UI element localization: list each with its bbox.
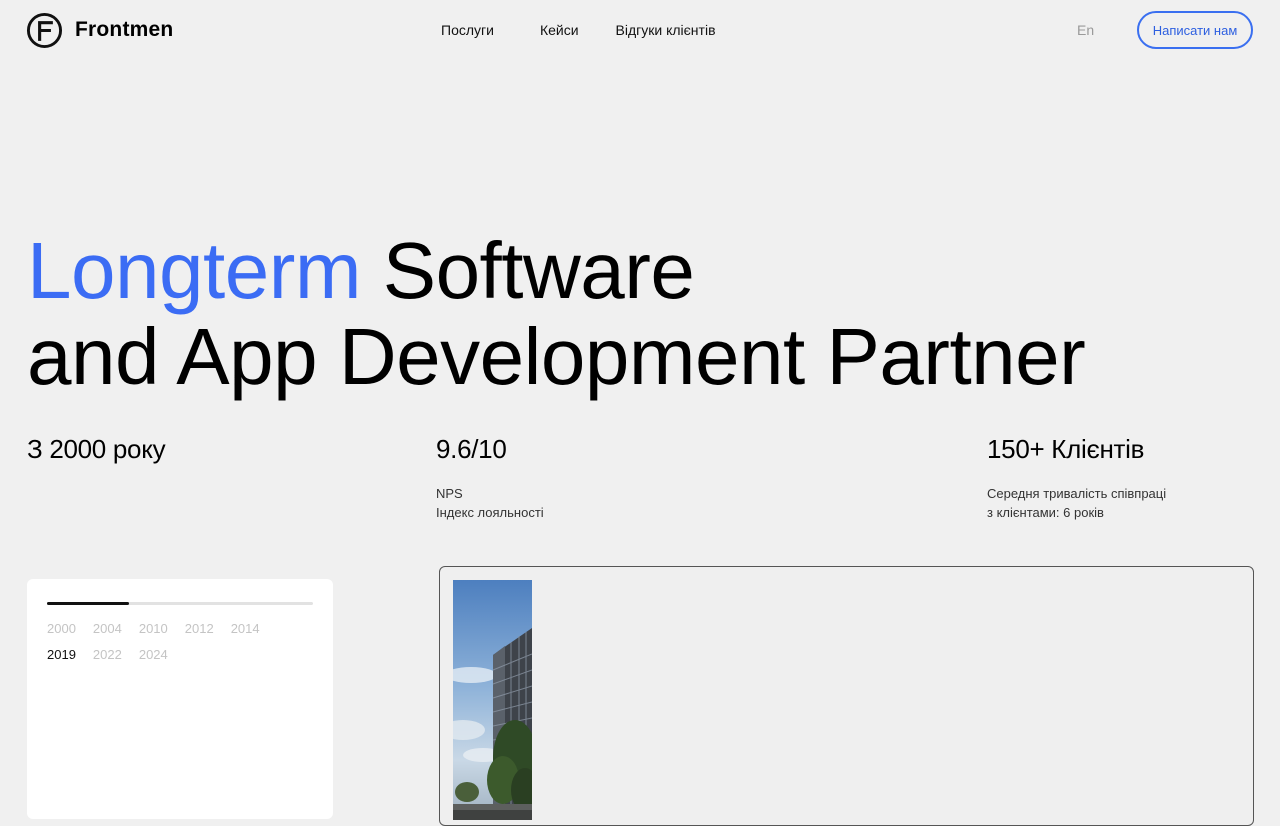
year-2024[interactable]: 2024	[139, 645, 168, 664]
year-2010[interactable]: 2010	[139, 619, 168, 638]
year-2022[interactable]: 2022	[93, 645, 122, 664]
stat-nps-value: 9.6/10	[436, 434, 507, 464]
hero-title-accent: Longterm	[27, 226, 361, 315]
stat-clients: 150+ Клієнтів Середня тривалість співпра…	[987, 432, 1166, 522]
stat-nps-description: Індекс лояльності	[436, 505, 544, 520]
hero-title-line1: Software	[382, 226, 695, 315]
stat-since-value: З 2000 року	[27, 434, 166, 464]
stat-clients-value: 150+ Клієнтів	[987, 434, 1145, 464]
hero-title-line2: and App Development Partner	[27, 312, 1086, 401]
timeline-progress-track	[47, 602, 313, 605]
year-2019[interactable]: 2019	[47, 645, 76, 664]
stat-since: З 2000 року	[27, 432, 166, 466]
year-2000[interactable]: 2000	[47, 619, 76, 638]
stat-clients-description: з клієнтами: 6 років	[987, 505, 1104, 520]
case-image-frame	[439, 566, 1254, 826]
site-header: Frontmen Послуги Кейси Відгуки клієнтів …	[0, 0, 1280, 60]
timeline-progress-fill	[47, 602, 130, 605]
year-2012[interactable]: 2012	[185, 619, 214, 638]
timeline-card: 2000 2004 2010 2012 2014 2019 2022 2024	[27, 579, 333, 819]
stat-nps-label: NPS	[436, 486, 463, 501]
stat-clients-label: Середня тривалість співпраці	[987, 486, 1167, 501]
year-2004[interactable]: 2004	[93, 619, 122, 638]
building-photo	[453, 580, 532, 820]
nav-testimonials[interactable]: Відгуки клієнтів	[616, 22, 716, 38]
nav-cases[interactable]: Кейси	[540, 22, 579, 38]
stat-clients-sub: Середня тривалість співпраці з клієнтами…	[987, 484, 1166, 522]
year-2014[interactable]: 2014	[231, 619, 260, 638]
stat-nps-sub: NPS Індекс лояльності	[436, 484, 544, 522]
nav-services[interactable]: Послуги	[441, 22, 494, 38]
logo[interactable]: Frontmen	[26, 11, 173, 49]
frontmen-logo-icon	[26, 12, 63, 48]
language-switch[interactable]: En	[1077, 22, 1094, 38]
timeline-years: 2000 2004 2010 2012 2014 2019 2022 2024	[47, 619, 287, 664]
hero-title: Longterm Software and App Development Par…	[27, 226, 1086, 401]
contact-us-button[interactable]: Написати нам	[1137, 11, 1253, 49]
stat-nps: 9.6/10 NPS Індекс лояльності	[436, 432, 544, 522]
main-nav: Послуги Кейси Відгуки клієнтів	[441, 22, 716, 38]
building-photo-graphic	[453, 580, 532, 820]
logo-text: Frontmen	[75, 18, 174, 41]
